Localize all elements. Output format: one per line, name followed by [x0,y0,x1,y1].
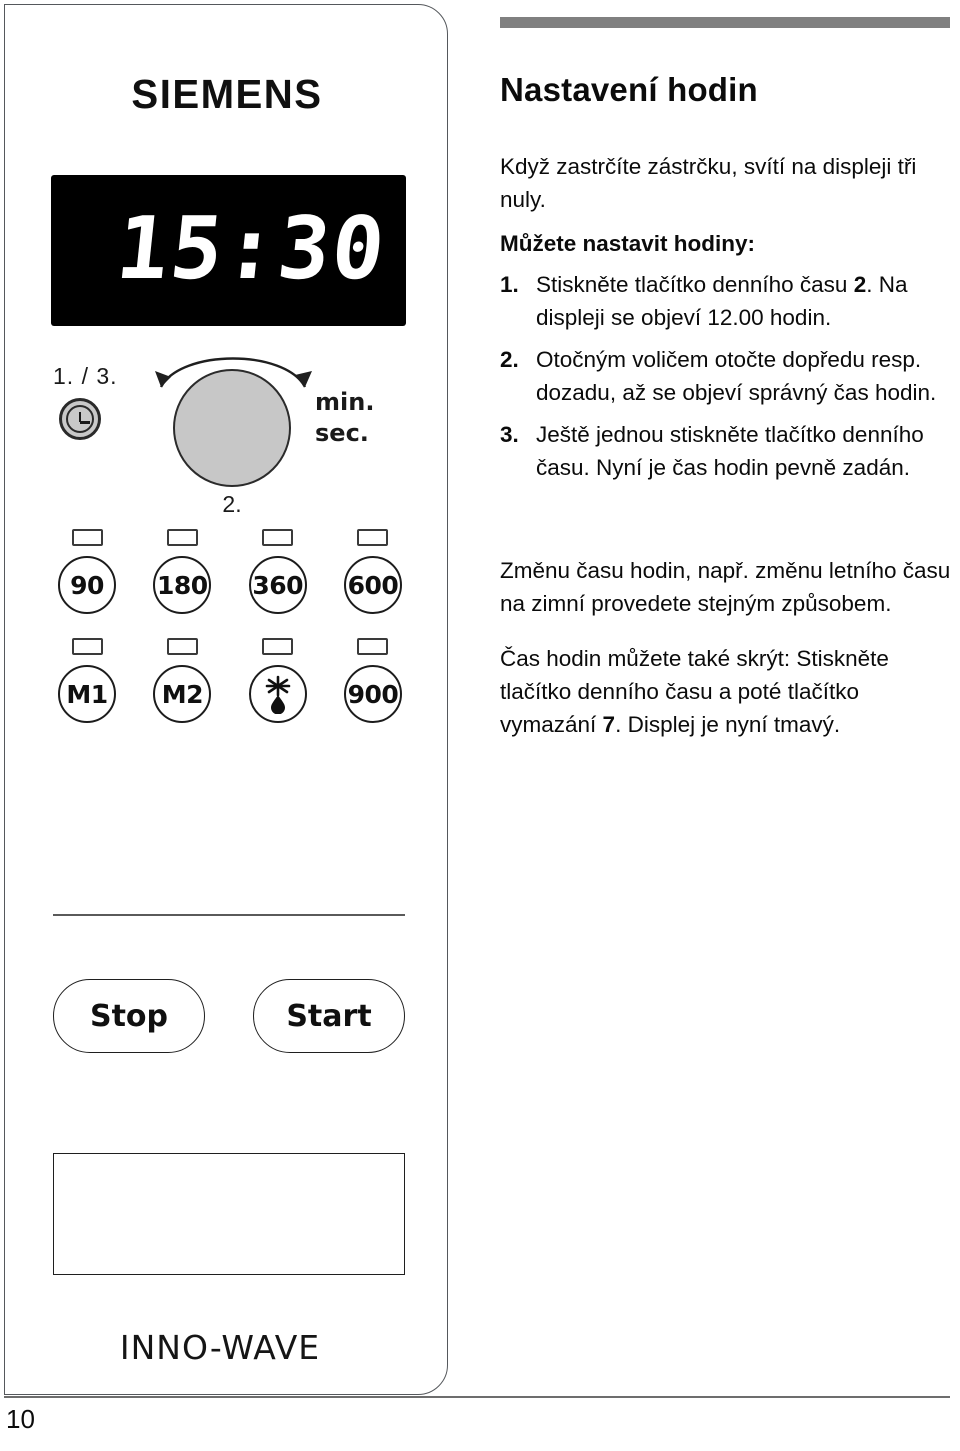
indicator-lamp-900 [357,638,389,655]
rotary-selector[interactable] [173,369,291,487]
lcd-time-readout: 15:30 [111,199,392,299]
appliance-control-panel-illustration: SIEMENS 15:30 1. / 3. 2. min. sec. 90 18… [4,4,448,1395]
button-cell-180: 180 [140,529,224,614]
intro-paragraph: Když zastrčíte zástrčku, svítí na disple… [500,153,917,212]
note-paragraph: Čas hodin můžete také skrýt: Stiskněte t… [500,646,889,737]
button-row-top: 90 180 360 600 [45,529,415,614]
defrost-button[interactable] [248,665,307,723]
button-cell-m2: M2 [140,638,224,723]
indicator-lamp-defrost [262,638,294,655]
memory-button-m1[interactable]: M1 [58,665,116,723]
note-paragraph: Změnu času hodin, např. změnu letního ča… [500,557,951,616]
memory-button-m2[interactable]: M2 [153,665,212,723]
page-number: 10 [6,1404,35,1434]
step-number: 2. [500,347,519,372]
list-item: 1. Stiskněte tlačítko denního času 2. Na… [500,268,952,334]
indicator-lamp-90 [71,529,103,546]
dial-step-callout: 2. [222,491,242,517]
footer-rule [4,1396,950,1398]
button-cell-600: 600 [331,529,415,614]
snowflake-droplet-icon [265,675,290,714]
stop-button[interactable]: Stop [53,979,205,1053]
step-number: 1. [500,272,519,297]
door-handle-recess [53,1153,405,1275]
indicator-lamp-180 [166,529,198,546]
unit-minutes-label: min. [315,388,375,416]
list-item: 3. Ještě jednou stiskněte tlačítko denní… [500,418,952,484]
step-text: Ještě jednou stiskněte tlačítko denního … [536,422,924,480]
button-cell-360: 360 [236,529,320,614]
header-rule [500,17,950,28]
steps-heading: Můžete nastavit hodiny: [500,231,756,256]
notes-block: Změnu času hodin, např. změnu letního ča… [500,531,952,754]
siemens-brand-logo: SIEMENS [131,71,323,117]
unit-seconds-label: sec. [315,419,369,447]
button-cell-900: 900 [331,638,415,723]
step-text: Otočným voličem otočte dopředu resp. doz… [536,347,937,405]
power-button-180[interactable]: 180 [153,556,212,614]
power-button-600[interactable]: 600 [343,556,402,614]
start-button[interactable]: Start [253,979,405,1053]
lcd-display: 15:30 [51,175,406,326]
indicator-lamp-600 [357,529,389,546]
indicator-lamp-m2 [166,638,198,655]
action-button-row: Stop Start [53,979,405,1053]
button-cell-m1: M1 [45,638,129,723]
panel-divider [53,914,405,916]
steps-list: 1. Stiskněte tlačítko denního času 2. Na… [500,268,952,493]
page-title: Nastavení hodin [500,71,758,109]
clock-icon[interactable] [59,398,101,440]
power-button-360[interactable]: 360 [248,556,307,614]
button-cell-defrost [236,638,320,723]
step-number: 3. [500,422,519,447]
power-button-90[interactable]: 90 [58,556,116,614]
list-item: 2. Otočným voličem otočte dopředu resp. … [500,343,952,409]
button-row-bottom: M1 M2 900 [45,638,415,723]
button-cell-90: 90 [45,529,129,614]
model-name-label: INNO-WAVE [119,1328,321,1367]
indicator-lamp-m1 [71,638,103,655]
unit-labels: min. sec. [315,387,374,449]
indicator-lamp-360 [262,529,294,546]
clock-hand-hour [80,421,90,424]
power-button-grid: 90 180 360 600 M1 M2 900 [45,529,415,747]
step-text: Stiskněte tlačítko denního času 2. Na di… [536,272,908,330]
power-button-900[interactable]: 900 [343,665,402,723]
